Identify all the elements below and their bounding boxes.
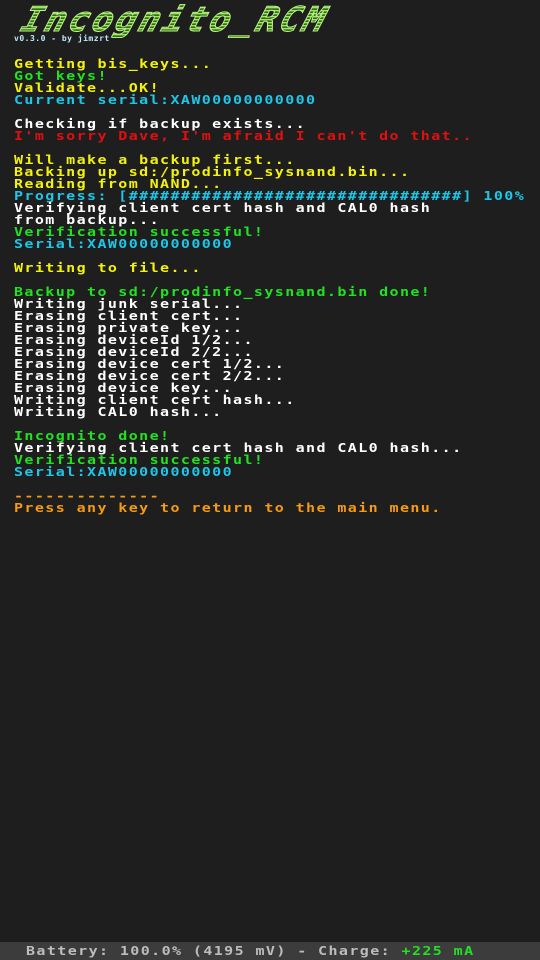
log-line: Writing junk serial... (14, 296, 244, 312)
log-block-done: Incognito done! Verifying client cert has… (14, 430, 534, 478)
log-block-write: Writing to file... (14, 262, 534, 274)
log-line: Erasing device key... (14, 380, 234, 396)
charge-value: +225 mA (401, 943, 475, 959)
log-line: Verifying client cert hash and CAL0 hash… (14, 440, 463, 456)
log-line: Verification successful! (14, 452, 265, 468)
status-bar: Battery: 100.0% (4195 mV) - Charge: +225… (0, 942, 540, 960)
app-title-logo: Incognito_RCM (16, 4, 335, 38)
log-line: Will make a backup first... (14, 152, 296, 168)
log-line: Writing to file... (14, 260, 202, 276)
log-block-erase: Backup to sd:/prodinfo_sysnand.bin done!… (14, 286, 534, 418)
battery-status: Battery: 100.0% (4195 mV) - Charge: +225… (26, 943, 475, 959)
log-line: from backup... (14, 212, 161, 228)
progress-percent: ] 100% (462, 188, 526, 204)
log-line: I'm sorry Dave, I'm afraid I can't do th… (14, 128, 473, 144)
log-line: Writing CAL0 hash... (14, 404, 223, 420)
log-line: Writing client cert hash... (14, 392, 296, 408)
log-line: Press any key to return to the main menu… (14, 500, 442, 516)
log-line: Validate...OK! (14, 80, 161, 96)
log-line: Erasing private key... (14, 320, 244, 336)
log-block-keys: Getting bis_keys... Got keys! Validate...O… (14, 58, 534, 106)
log-block-backup-check: Checking if backup exists... I'm sorry Da… (14, 118, 534, 142)
app-title: Incognito_RCM (16, 4, 334, 38)
log-line: Serial:XAW00000000000 (14, 464, 234, 480)
log-line: Verifying client cert hash and CAL0 hash (14, 200, 432, 216)
log-line: Erasing client cert... (14, 308, 244, 324)
progress-line: Progress: [#############################… (14, 188, 534, 204)
log-line: -------------- (14, 488, 161, 504)
log-block-verify: Verifying client cert hash and CAL0 hash… (14, 202, 534, 250)
log-block-prompt: -------------- Press any key to return to… (14, 490, 534, 514)
log-line: Backup to sd:/prodinfo_sysnand.bin done! (14, 284, 432, 300)
log-block-backup: Will make a backup first... Backing up sd… (14, 154, 534, 190)
battery-label: Battery: 100.0% (4195 mV) - Charge: (26, 943, 402, 959)
log-line: Verification successful! (14, 224, 265, 240)
log-line: Got keys! (14, 68, 108, 84)
version-label: v0.3.0 - by jimzrt (14, 34, 110, 43)
log-line: Erasing deviceId 2/2... (14, 344, 254, 360)
console-log: Getting bis_keys... Got keys! Validate...O… (14, 58, 534, 514)
log-line: Serial:XAW00000000000 (14, 236, 234, 252)
log-line: Erasing device cert 2/2... (14, 368, 286, 384)
log-line: Incognito done! (14, 428, 171, 444)
log-line: Backing up sd:/prodinfo_sysnand.bin... (14, 164, 411, 180)
log-line: Reading from NAND... (14, 176, 223, 192)
log-line: Getting bis_keys... (14, 56, 213, 72)
log-line: Current serial:XAW00000000000 (14, 92, 317, 108)
log-line: Erasing device cert 1/2... (14, 356, 286, 372)
log-line: Erasing deviceId 1/2... (14, 332, 254, 348)
log-line: Checking if backup exists... (14, 116, 307, 132)
